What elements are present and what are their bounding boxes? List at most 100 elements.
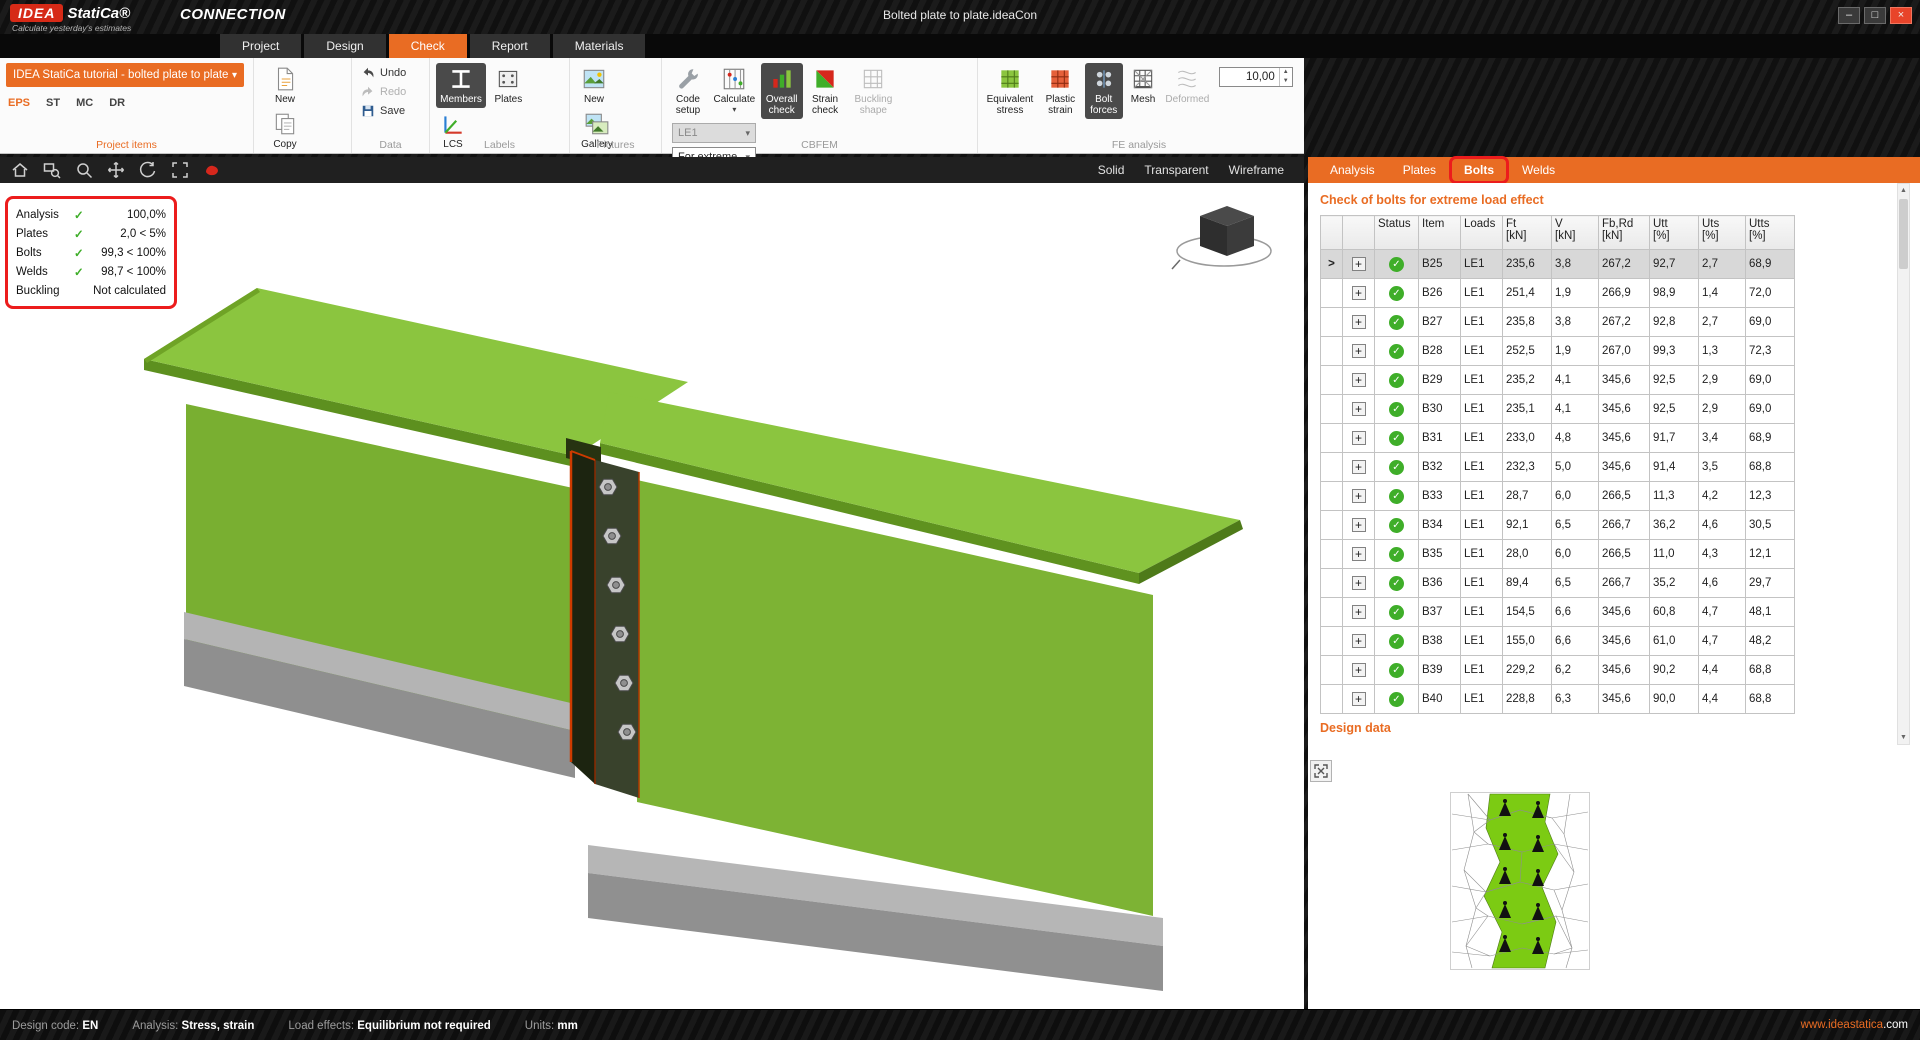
- cell-utts: 69,0: [1746, 308, 1795, 337]
- pan-icon[interactable]: [106, 160, 126, 180]
- expand-row-button[interactable]: +: [1352, 692, 1366, 706]
- scrollbar-thumb[interactable]: [1899, 199, 1908, 269]
- ribbon-tab-check[interactable]: Check: [389, 34, 467, 58]
- picture-new-button[interactable]: New: [576, 63, 612, 108]
- panel-tab-analysis[interactable]: Analysis: [1316, 157, 1389, 183]
- project-mode-eps[interactable]: EPS: [8, 97, 30, 109]
- expand-row-button[interactable]: +: [1352, 489, 1366, 503]
- ribbon-tab-report[interactable]: Report: [470, 34, 550, 58]
- bolt-row-B34[interactable]: +✓B34LE192,16,5266,736,24,630,5: [1321, 511, 1795, 540]
- minimize-button[interactable]: –: [1838, 7, 1860, 24]
- members-toggle[interactable]: Members: [436, 63, 486, 108]
- code-setup-button[interactable]: Code setup: [668, 63, 708, 119]
- cell-item: B38: [1419, 627, 1461, 656]
- zoom-window-icon[interactable]: [42, 160, 62, 180]
- expand-row-button[interactable]: +: [1352, 431, 1366, 445]
- bolt-row-B30[interactable]: +✓B30LE1235,14,1345,692,52,969,0: [1321, 395, 1795, 424]
- spinner-up-icon[interactable]: ▲: [1280, 68, 1292, 77]
- expand-preview-button[interactable]: [1310, 760, 1332, 782]
- bolt-row-B39[interactable]: +✓B39LE1229,26,2345,690,24,468,8: [1321, 656, 1795, 685]
- expand-row-button[interactable]: +: [1352, 344, 1366, 358]
- cell-loads: LE1: [1461, 250, 1503, 279]
- deformed-button[interactable]: Deformed: [1163, 63, 1211, 108]
- expand-row-button[interactable]: +: [1352, 547, 1366, 561]
- bolt-row-B35[interactable]: +✓B35LE128,06,0266,511,04,312,1: [1321, 540, 1795, 569]
- ribbon-tab-design[interactable]: Design: [304, 34, 385, 58]
- expand-row-button[interactable]: +: [1352, 634, 1366, 648]
- zoom-fit-icon[interactable]: [170, 160, 190, 180]
- maximize-button[interactable]: □: [1864, 7, 1886, 24]
- navigation-cube[interactable]: [1172, 206, 1271, 269]
- plates-toggle[interactable]: Plates: [489, 63, 527, 108]
- overall-check-toggle[interactable]: Overall check: [761, 63, 803, 119]
- buckling-shape-button[interactable]: Buckling shape: [847, 63, 899, 119]
- website-link[interactable]: www.ideastatica.com: [1801, 1019, 1908, 1031]
- expand-row-button[interactable]: +: [1352, 315, 1366, 329]
- expand-row-button[interactable]: +: [1352, 576, 1366, 590]
- expand-row-button[interactable]: +: [1352, 286, 1366, 300]
- bolt-row-B33[interactable]: +✓B33LE128,76,0266,511,34,212,3: [1321, 482, 1795, 511]
- expand-row-button[interactable]: +: [1352, 460, 1366, 474]
- bolt-row-B26[interactable]: +✓B26LE1251,41,9266,998,91,472,0: [1321, 279, 1795, 308]
- panel-tab-bolts[interactable]: Bolts: [1450, 157, 1508, 183]
- new-project-button[interactable]: New: [260, 63, 310, 108]
- view-mode-transparent[interactable]: Transparent: [1144, 163, 1208, 177]
- bolt-row-B29[interactable]: +✓B29LE1235,24,1345,692,52,969,0: [1321, 366, 1795, 395]
- bolt-forces-toggle[interactable]: Bolt forces: [1085, 63, 1123, 119]
- bolt-row-B25[interactable]: >+✓B25LE1235,63,8267,292,72,768,9: [1321, 250, 1795, 279]
- project-mode-dr[interactable]: DR: [109, 97, 125, 109]
- bolt-row-B32[interactable]: +✓B32LE1232,35,0345,691,43,568,8: [1321, 453, 1795, 482]
- spinner-down-icon[interactable]: ▼: [1280, 77, 1292, 86]
- scale-spinner[interactable]: 10,00 ▲ ▼: [1219, 67, 1293, 87]
- plastic-strain-button[interactable]: Plastic strain: [1039, 63, 1081, 119]
- project-item-dropdown[interactable]: IDEA StatiCa tutorial - bolted plate to …: [6, 63, 244, 87]
- design-data-header[interactable]: Design data: [1320, 721, 1391, 735]
- scroll-down-icon[interactable]: ▼: [1898, 731, 1909, 744]
- close-button[interactable]: ×: [1890, 7, 1912, 24]
- expand-row-button[interactable]: +: [1352, 257, 1366, 271]
- expand-row-button[interactable]: +: [1352, 402, 1366, 416]
- bolt-row-B27[interactable]: +✓B27LE1235,83,8267,292,82,769,0: [1321, 308, 1795, 337]
- view-mode-wireframe[interactable]: Wireframe: [1229, 163, 1284, 177]
- save-button[interactable]: Save: [358, 101, 423, 120]
- bolt-row-B31[interactable]: +✓B31LE1233,04,8345,691,73,468,9: [1321, 424, 1795, 453]
- view-mode-solid[interactable]: Solid: [1098, 163, 1125, 177]
- bolt-row-B38[interactable]: +✓B38LE1155,06,6345,661,04,748,2: [1321, 627, 1795, 656]
- expand-row-button[interactable]: +: [1352, 373, 1366, 387]
- panel-tab-plates[interactable]: Plates: [1389, 157, 1450, 183]
- project-mode-st[interactable]: ST: [46, 97, 60, 109]
- expand-row-button[interactable]: +: [1352, 663, 1366, 677]
- expand-row-button[interactable]: +: [1352, 518, 1366, 532]
- 3d-model[interactable]: [0, 183, 1304, 1009]
- 3d-viewport[interactable]: Analysis✓100,0%Plates✓2,0 < 5%Bolts✓99,3…: [0, 183, 1304, 1009]
- undo-button[interactable]: Undo: [358, 63, 423, 82]
- status-ok-icon: ✓: [1389, 547, 1404, 562]
- home-view-icon[interactable]: [10, 160, 30, 180]
- project-mode-mc[interactable]: MC: [76, 97, 93, 109]
- bolt-row-B28[interactable]: +✓B28LE1252,51,9267,099,31,372,3: [1321, 337, 1795, 366]
- expand-row-button[interactable]: +: [1352, 605, 1366, 619]
- mesh-button[interactable]: Mesh: [1126, 63, 1160, 108]
- equivalent-stress-button[interactable]: Equivalent stress: [984, 63, 1036, 119]
- cell-ft: 89,4: [1503, 569, 1552, 598]
- panel-scrollbar[interactable]: ▲ ▼: [1897, 183, 1910, 745]
- redo-button[interactable]: Redo: [358, 82, 423, 101]
- strain-check-button[interactable]: Strain check: [806, 63, 844, 119]
- bolt-row-B37[interactable]: +✓B37LE1154,56,6345,660,84,748,1: [1321, 598, 1795, 627]
- bolt-row-B40[interactable]: +✓B40LE1228,86,3345,690,04,468,8: [1321, 685, 1795, 714]
- copy-button[interactable]: Copy: [260, 108, 310, 153]
- cell-loads: LE1: [1461, 424, 1503, 453]
- ribbon-tab-project[interactable]: Project: [220, 34, 301, 58]
- cell-uts: 4,3: [1699, 540, 1746, 569]
- group-cbfem: Code setup Calculate ▾ Overall check Str…: [662, 58, 978, 153]
- scroll-up-icon[interactable]: ▲: [1898, 184, 1909, 197]
- bolt-row-B36[interactable]: +✓B36LE189,46,5266,735,24,629,7: [1321, 569, 1795, 598]
- ribbon-tab-materials[interactable]: Materials: [553, 34, 646, 58]
- panel-tab-welds[interactable]: Welds: [1508, 157, 1569, 183]
- rotate-icon[interactable]: [138, 160, 158, 180]
- status-bar: Design code: ENAnalysis: Stress, strainL…: [0, 1009, 1920, 1040]
- calculate-dropdown-arrow[interactable]: ▾: [732, 107, 736, 113]
- calculate-button[interactable]: Calculate ▾: [711, 63, 757, 116]
- weld-mark-icon[interactable]: [202, 160, 222, 180]
- zoom-icon[interactable]: [74, 160, 94, 180]
